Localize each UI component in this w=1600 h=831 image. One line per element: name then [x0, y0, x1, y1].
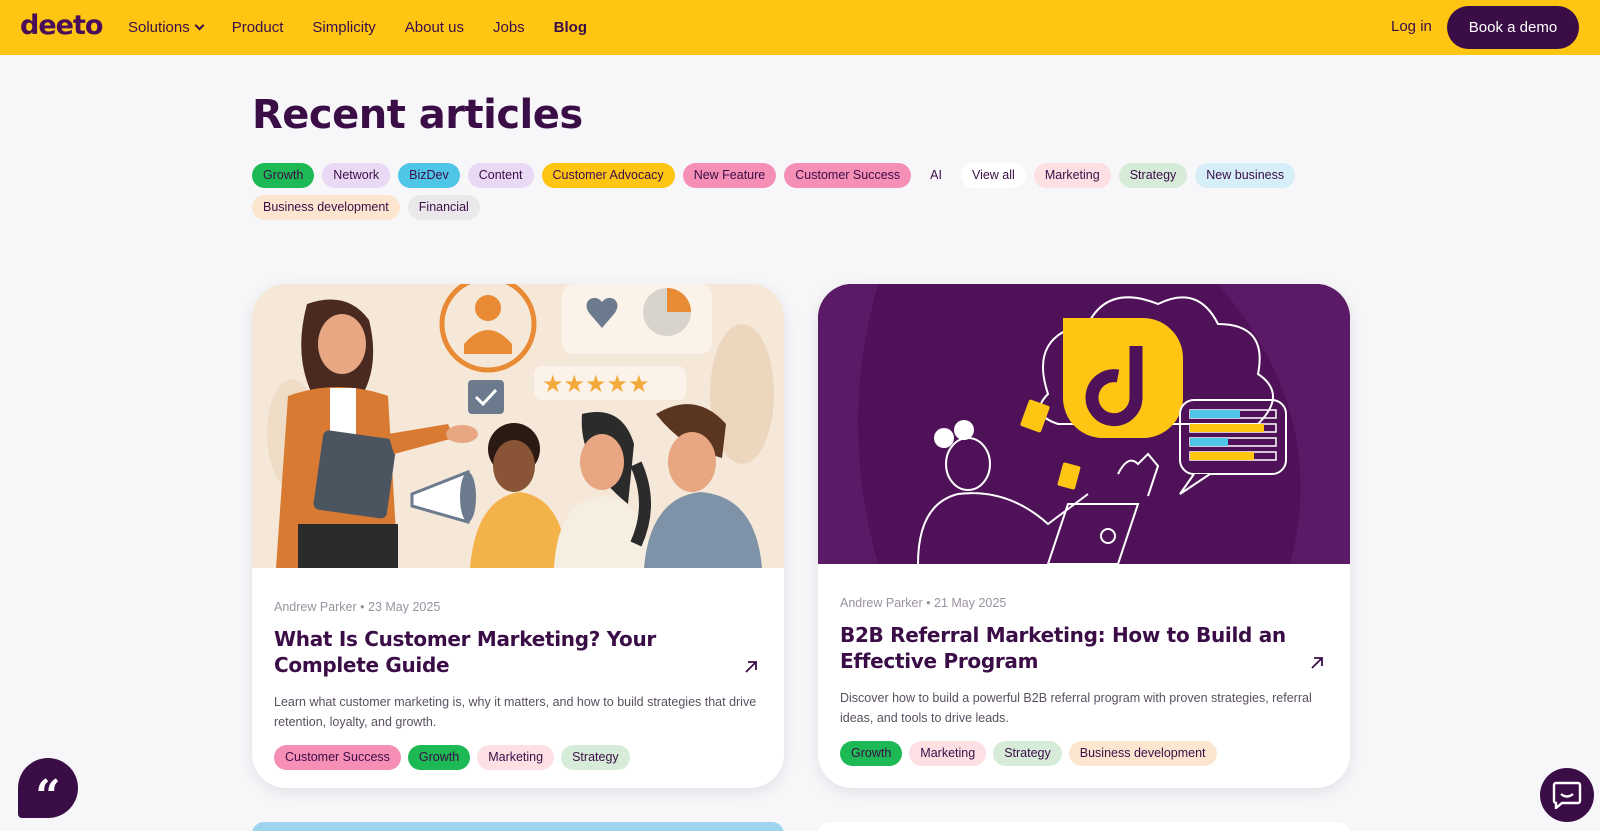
article-tag-customer-success[interactable]: Customer Success	[274, 745, 401, 770]
filter-chip-view-all[interactable]: View all	[960, 163, 1026, 188]
filter-chip-strategy[interactable]: Strategy	[1118, 163, 1188, 188]
top-nav: deeto Solutions Product Simplicity About…	[0, 0, 1600, 55]
article-meta: Andrew Parker • 21 May 2025	[840, 596, 1007, 610]
customer-marketing-illustration: ★★★★★	[252, 284, 784, 568]
article-illustration	[818, 284, 1350, 564]
testimonial-quote-button[interactable]: “	[18, 758, 78, 822]
filter-chip-business-development[interactable]: Business development	[252, 195, 400, 220]
article-excerpt: Discover how to build a powerful B2B ref…	[840, 691, 1312, 725]
login-link[interactable]: Log in	[1391, 18, 1432, 35]
article-tag-growth[interactable]: Growth	[840, 741, 903, 766]
nav-links: Solutions Product Simplicity About us Jo…	[128, 0, 587, 55]
external-arrow-icon[interactable]	[1308, 654, 1326, 672]
nav-solutions[interactable]: Solutions	[128, 19, 205, 36]
chat-icon	[1552, 781, 1582, 809]
article-excerpt: Learn what customer marketing is, why it…	[274, 695, 757, 729]
article-tag-growth[interactable]: Growth	[407, 745, 471, 770]
filter-chip-network[interactable]: Network	[322, 163, 391, 188]
article-card[interactable]: Andrew Parker • 21 May 2025 B2B Referral…	[818, 284, 1350, 788]
article-title[interactable]: What Is Customer Marketing? Your Complet…	[274, 626, 724, 678]
nav-jobs[interactable]: Jobs	[493, 19, 525, 36]
svg-text:★★★★★: ★★★★★	[542, 370, 650, 398]
next-article-card-peek[interactable]	[252, 822, 784, 831]
article-tags: Growth Marketing Strategy Business developm…	[840, 741, 1328, 766]
article-tag-business-development[interactable]: Business development	[1068, 741, 1217, 766]
article-tag-strategy[interactable]: Strategy	[561, 745, 630, 770]
article-tag-marketing[interactable]: Marketing	[477, 745, 555, 770]
next-article-card-peek[interactable]	[818, 822, 1350, 831]
book-demo-button[interactable]: Book a demo	[1447, 6, 1579, 49]
article-illustration: ★★★★★	[252, 284, 784, 568]
filter-chip-new-feature[interactable]: New Feature	[682, 163, 777, 188]
article-tags: Customer Success Growth Marketing Strategy	[274, 745, 762, 770]
filter-chip-new-business[interactable]: New business	[1195, 163, 1296, 188]
deeto-logo[interactable]: deeto	[20, 10, 103, 41]
filter-chip-content[interactable]: Content	[467, 163, 534, 188]
nav-solutions-label: Solutions	[128, 19, 190, 36]
article-card[interactable]: ★★★★★ Andrew Parker • 23 May 2025 What I…	[252, 284, 784, 788]
filter-chip-customer-advocacy[interactable]: Customer Advocacy	[541, 163, 675, 188]
filter-chip-bizdev[interactable]: BizDev	[398, 163, 460, 188]
nav-simplicity[interactable]: Simplicity	[312, 19, 375, 36]
article-title[interactable]: B2B Referral Marketing: How to Build an …	[840, 622, 1290, 674]
filter-chip-growth[interactable]: Growth	[252, 163, 315, 188]
filter-chip-ai[interactable]: AI	[919, 163, 953, 188]
article-tag-strategy[interactable]: Strategy	[993, 741, 1062, 766]
article-tag-marketing[interactable]: Marketing	[909, 741, 987, 766]
nav-about-us[interactable]: About us	[405, 19, 464, 36]
chevron-down-icon	[194, 20, 205, 31]
filter-chip-financial[interactable]: Financial	[407, 195, 480, 220]
quote-icon: “	[35, 771, 61, 822]
nav-product[interactable]: Product	[232, 19, 284, 36]
nav-blog[interactable]: Blog	[554, 19, 587, 36]
chat-widget-button[interactable]	[1540, 768, 1594, 822]
filter-chip-customer-success[interactable]: Customer Success	[784, 163, 912, 188]
external-arrow-icon[interactable]	[742, 658, 760, 676]
filter-chips: Growth Network BizDev Content Customer Advoc…	[252, 163, 1332, 220]
article-meta: Andrew Parker • 23 May 2025	[274, 600, 441, 614]
page-title: Recent articles	[252, 92, 583, 138]
referral-marketing-illustration	[818, 284, 1350, 564]
filter-chip-marketing[interactable]: Marketing	[1033, 163, 1111, 188]
